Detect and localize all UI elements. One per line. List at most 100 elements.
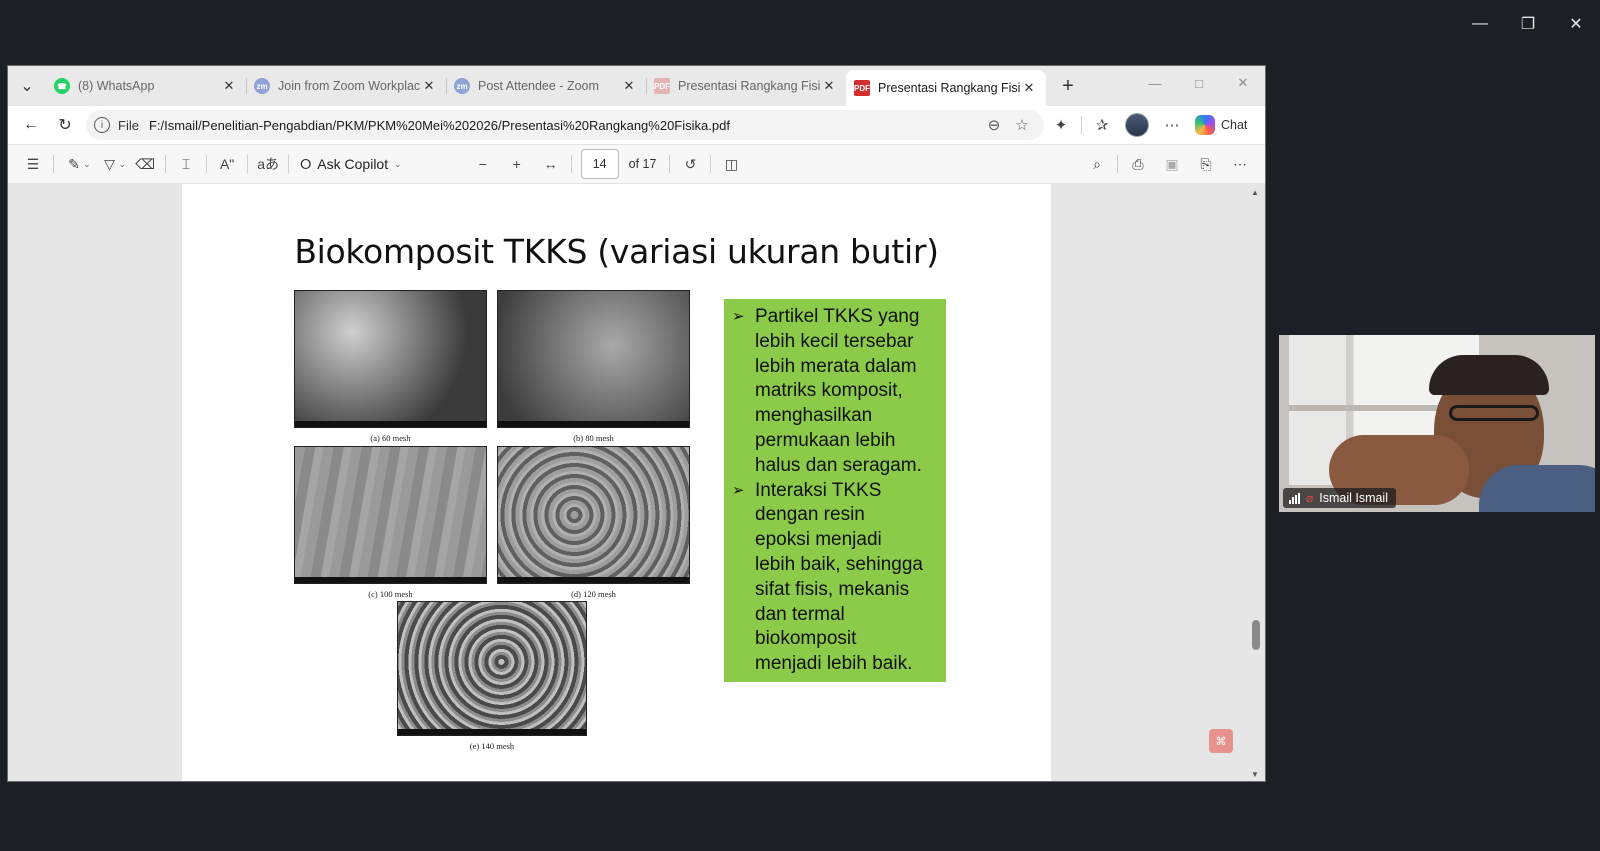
bullet-line: dan termal	[755, 603, 845, 625]
participant-name-label: ⌀ Ismail Ismail	[1283, 488, 1396, 508]
tab-zoom-post-attendee[interactable]: zm Post Attendee - Zoom ✕	[446, 69, 646, 103]
zoom-out-minus-icon[interactable]: −	[466, 148, 500, 180]
vertical-scrollbar[interactable]: ▲ ▼	[1249, 184, 1263, 781]
eraser-icon[interactable]: ⌫	[128, 148, 162, 180]
tab-title: Presentasi Rangkang Fisika.	[678, 79, 820, 93]
acrobat-pdf-icon[interactable]: ⌘	[1209, 729, 1233, 753]
read-aloud-icon[interactable]: Aʺ	[210, 148, 244, 180]
bullet-item: ➢ Interaksi TKKS dengan resin epoksi men…	[732, 479, 940, 677]
url-scheme: File	[118, 117, 139, 133]
browser-window: ⌄ ☎ (8) WhatsApp ✕ zm Join from Zoom Wor…	[7, 65, 1266, 782]
bullet-line: Interaksi TKKS	[755, 479, 882, 501]
pdf-icon: PDF	[854, 80, 870, 96]
page-number-input[interactable]: 14	[580, 149, 619, 179]
toolbar-divider	[710, 155, 712, 173]
more-options-icon[interactable]: ⋯	[1223, 148, 1257, 180]
restore-icon[interactable]: ❐	[1504, 0, 1552, 48]
mic-muted-icon: ⌀	[1306, 491, 1314, 505]
extensions-puzzle-icon[interactable]: ✦	[1044, 109, 1078, 141]
bullet-line: Partikel TKKS yang	[755, 306, 920, 327]
ask-copilot-label: Ask Copilot	[317, 156, 389, 172]
share-window-controls: — ❐ ✕	[1456, 0, 1600, 48]
bullet-line: lebih baik, sehingga	[755, 553, 923, 575]
bullet-line: dengan resin	[755, 504, 865, 526]
tab-title: (8) WhatsApp	[78, 79, 155, 93]
maximize-icon[interactable]: □	[1177, 66, 1221, 100]
back-arrow-icon[interactable]: ←	[14, 109, 48, 141]
image-caption: (b) 80 mesh	[573, 433, 614, 443]
copilot-logo-icon	[1195, 115, 1215, 135]
participant-video-tile[interactable]: ⌀ Ismail Ismail	[1279, 335, 1595, 512]
scrollbar-thumb[interactable]	[1252, 620, 1260, 650]
minimize-icon[interactable]: —	[1133, 66, 1177, 100]
url-text[interactable]: F:/Ismail/Penelitian-Pengabdian/PKM/PKM%…	[149, 118, 980, 133]
chevron-down-icon[interactable]: ⌄	[119, 159, 127, 170]
contents-list-icon[interactable]: ☰	[16, 148, 50, 180]
pdf-page: Biokomposit TKKS (variasi ukuran butir) …	[182, 184, 1051, 781]
copilot-chat-label: Chat	[1221, 118, 1248, 132]
translate-icon[interactable]: aあ	[251, 148, 285, 180]
image-caption: (a) 60 mesh	[370, 433, 411, 443]
tab-close-icon[interactable]: ✕	[620, 78, 638, 94]
arrow-bullet-icon: ➢	[732, 481, 745, 499]
bullet-line: halus dan seragam.	[755, 454, 922, 476]
ask-copilot-button[interactable]: ⭘ Ask Copilot ⌄	[292, 156, 410, 173]
url-omnibox[interactable]: i File F:/Ismail/Penelitian-Pengabdian/P…	[86, 110, 1044, 140]
scroll-down-icon[interactable]: ▼	[1251, 770, 1259, 779]
sem-image-60-mesh	[294, 290, 487, 428]
search-icon[interactable]: ⌕	[1080, 148, 1114, 180]
zoom-out-magnifier-icon[interactable]: ⊖	[980, 116, 1008, 134]
bullet-line: menghasilkan	[755, 405, 873, 427]
toolbar-divider	[1117, 155, 1118, 173]
toolbar-divider	[247, 155, 249, 173]
bullet-line: lebih kecil tersebar	[755, 330, 914, 352]
info-icon[interactable]: i	[94, 117, 110, 133]
save-as-icon[interactable]: ⎘	[1189, 148, 1223, 180]
toolbar-divider	[1081, 116, 1082, 134]
favorites-list-icon[interactable]: ✰	[1085, 109, 1119, 141]
tab-title: Join from Zoom Workplace	[278, 79, 420, 93]
add-text-icon[interactable]: ⌶	[169, 148, 203, 180]
tab-close-icon[interactable]: ✕	[820, 78, 838, 94]
tab-zoom-join[interactable]: zm Join from Zoom Workplace ✕	[246, 69, 446, 103]
tab-strip: ⌄ ☎ (8) WhatsApp ✕ zm Join from Zoom Wor…	[8, 66, 1265, 106]
image-caption: (d) 120 mesh	[571, 589, 616, 599]
whatsapp-icon: ☎	[54, 78, 70, 94]
zoom-in-plus-icon[interactable]: +	[500, 148, 534, 180]
bullet-line: epoksi menjadi	[755, 529, 882, 551]
participant-hair	[1429, 355, 1549, 395]
fit-to-width-icon[interactable]: ↔	[534, 148, 568, 180]
tab-close-icon[interactable]: ✕	[1020, 80, 1038, 96]
pdf-icon: PDF	[654, 78, 670, 94]
tab-pdf-presentasi-active[interactable]: PDF Presentasi Rangkang Fisika. ✕	[846, 70, 1046, 106]
tab-whatsapp[interactable]: ☎ (8) WhatsApp ✕	[46, 69, 246, 103]
save-icon[interactable]: ▣	[1155, 148, 1189, 180]
tab-list-chevron-down-icon[interactable]: ⌄	[8, 66, 46, 106]
pdf-viewer[interactable]: Biokomposit TKKS (variasi ukuran butir) …	[8, 184, 1265, 781]
tab-pdf-presentasi[interactable]: PDF Presentasi Rangkang Fisika. ✕	[646, 69, 846, 103]
rotate-icon[interactable]: ↺	[673, 148, 707, 180]
scroll-up-icon[interactable]: ▲	[1251, 188, 1259, 197]
sem-image-140-mesh	[397, 601, 587, 736]
minimize-icon[interactable]: —	[1456, 0, 1504, 48]
pdf-toolbar: ☰ ✎ ⌄ ▽ ⌄ ⌫ ⌶ Aʺ aあ ⭘ Ask Copilot ⌄ − + …	[8, 144, 1265, 184]
tab-close-icon[interactable]: ✕	[220, 78, 238, 94]
more-menu-icon[interactable]: ⋯	[1155, 109, 1189, 141]
close-icon[interactable]: ✕	[1221, 66, 1265, 100]
favorite-star-icon[interactable]: ☆	[1008, 116, 1036, 134]
profile-avatar[interactable]	[1125, 113, 1149, 137]
page-view-icon[interactable]: ◫	[714, 148, 748, 180]
toolbar-divider	[288, 155, 290, 173]
tab-close-icon[interactable]: ✕	[420, 78, 438, 94]
refresh-icon[interactable]: ↻	[48, 109, 82, 141]
copilot-chat-button[interactable]: Chat	[1189, 115, 1253, 135]
sem-image-80-mesh	[497, 290, 690, 428]
zoom-icon: zm	[254, 78, 270, 94]
arrow-bullet-icon: ➢	[732, 308, 745, 325]
chevron-down-icon[interactable]: ⌄	[83, 159, 91, 170]
close-icon[interactable]: ✕	[1552, 0, 1600, 48]
tab-title: Presentasi Rangkang Fisika.	[878, 81, 1020, 95]
signal-strength-icon	[1289, 492, 1300, 504]
new-tab-plus-icon[interactable]: +	[1052, 70, 1084, 102]
print-icon[interactable]: ⎙	[1121, 148, 1155, 180]
